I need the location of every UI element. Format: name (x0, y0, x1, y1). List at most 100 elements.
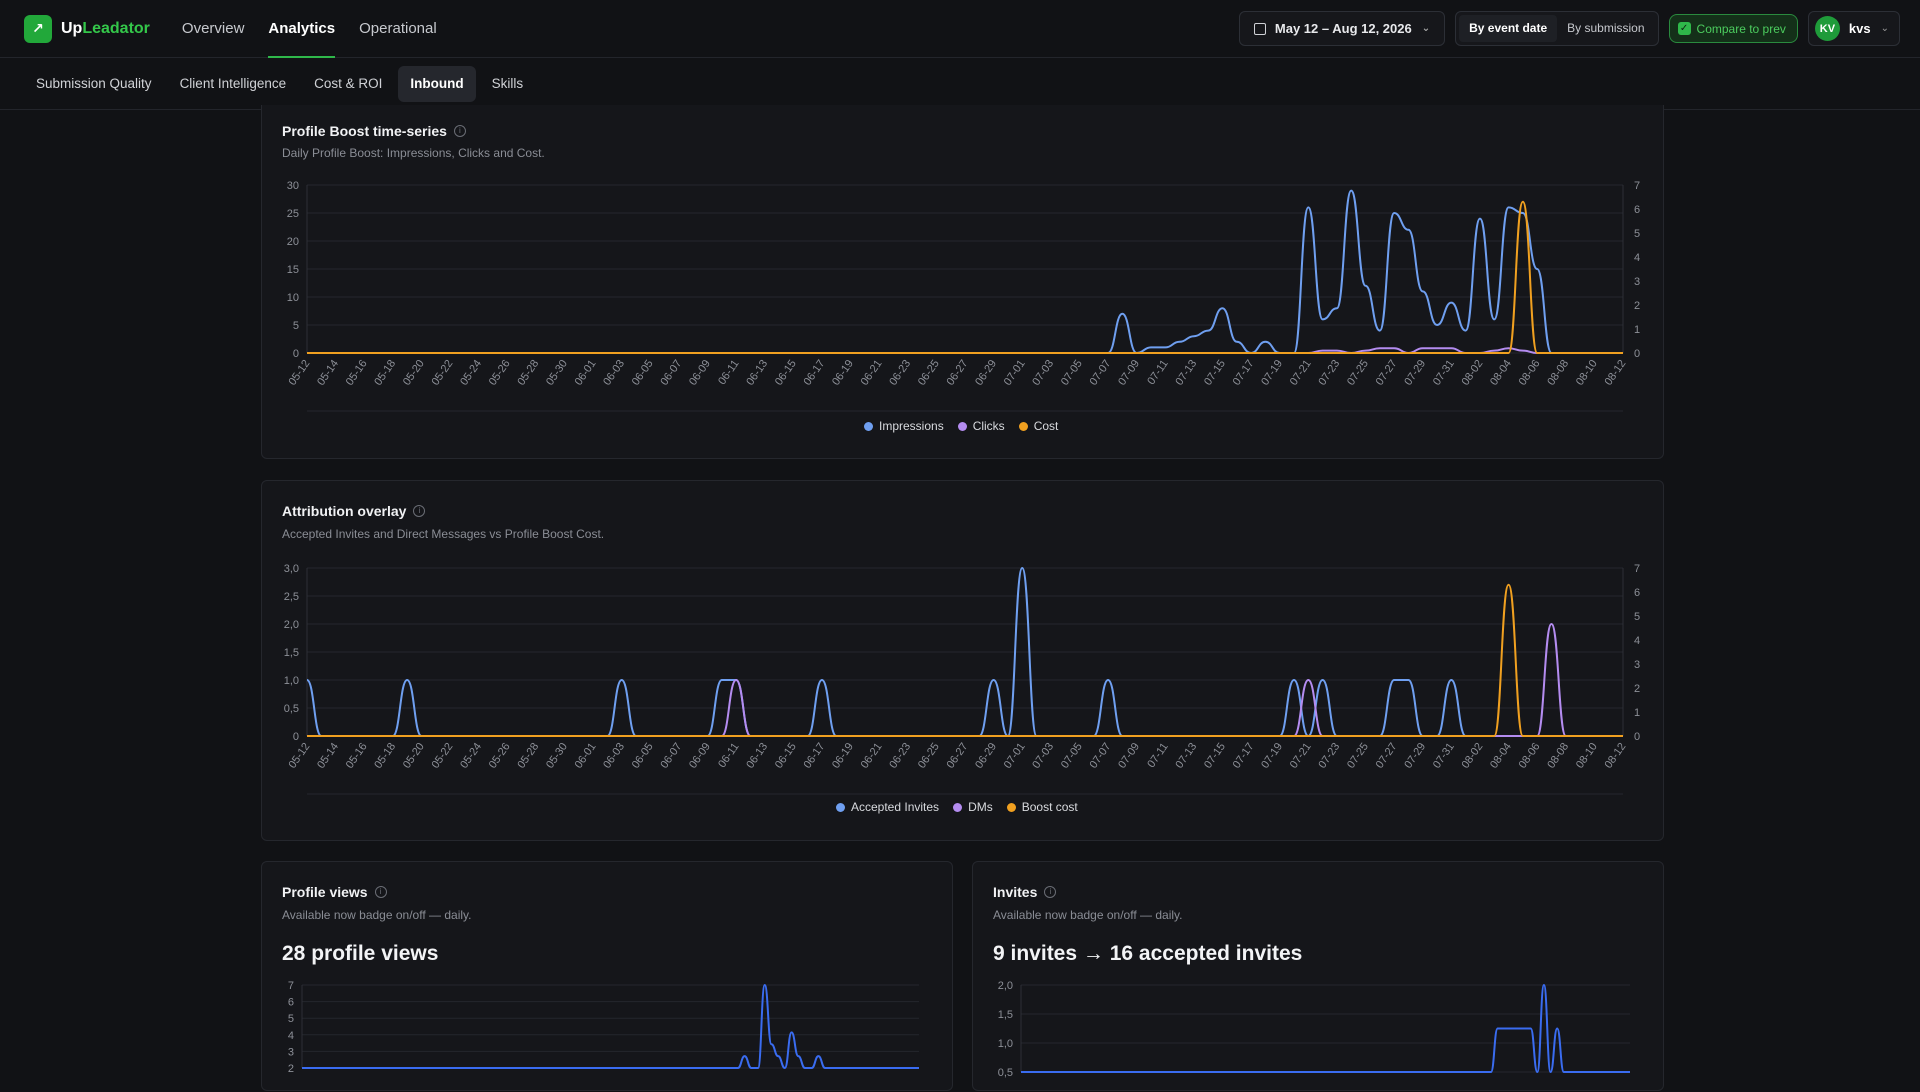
y2-tick-label: 0 (1634, 348, 1640, 360)
y-tick-label: 0 (293, 348, 299, 360)
y-tick-label: 0,5 (284, 703, 299, 715)
y2-tick-label: 5 (1634, 611, 1640, 623)
x-tick-label: 08-10 (1574, 358, 1600, 388)
y-tick-label: 25 (287, 208, 299, 220)
x-tick-label: 06-27 (944, 358, 970, 388)
x-tick-label: 06-07 (658, 358, 684, 388)
x-tick-label: 07-03 (1030, 741, 1056, 771)
x-tick-label: 07-21 (1288, 741, 1314, 771)
series-line-boost-cost (307, 583, 1623, 737)
profile-boost-chart: 0 5 10 15 20 25 30 0 1 2 3 4 5 6 7 05-12 05-14 05-16 05-18… (286, 180, 1640, 412)
x-tick-label: 07-27 (1374, 741, 1400, 771)
nav-operational[interactable]: Operational (359, 0, 437, 58)
app-logo[interactable]: ↗ UpLeadator (24, 14, 150, 43)
y-tick-label: 15 (287, 264, 299, 276)
tab-client-intelligence[interactable]: Client Intelligence (168, 66, 299, 102)
tab-inbound[interactable]: Inbound (398, 65, 476, 102)
x-tick-label: 07-21 (1288, 358, 1314, 388)
x-tick-label: 06-21 (859, 741, 885, 771)
x-tick-label: 06-29 (973, 741, 999, 771)
y-tick-label: 0 (293, 731, 299, 743)
user-menu[interactable]: KV kvs ⌄ (1807, 11, 1900, 46)
logo-arrow-icon: ↗ (24, 14, 52, 43)
x-tick-label: 07-31 (1431, 741, 1457, 771)
y-tick-label: 10 (287, 292, 299, 304)
x-tick-label: 06-13 (744, 741, 770, 771)
y-tick-label: 2,5 (284, 591, 299, 603)
x-tick-label: 06-09 (687, 358, 713, 388)
x-tick-label: 07-01 (1002, 358, 1028, 388)
x-tick-label: 07-05 (1059, 358, 1085, 388)
chevron-down-icon: ⌄ (1421, 23, 1431, 34)
series-line-impressions (307, 189, 1623, 355)
tab-cost-roi[interactable]: Cost & ROI (302, 66, 394, 102)
nav-analytics[interactable]: Analytics (268, 0, 335, 58)
y-tick-label: 20 (287, 236, 299, 248)
date-range-label: May 12 – Aug 12, 2026 (1274, 21, 1412, 36)
x-tick-label: 06-29 (973, 358, 999, 388)
y2-tick-label: 3 (1634, 659, 1640, 671)
mode-event-date[interactable]: By event date (1459, 15, 1558, 42)
x-tick-label: 07-15 (1202, 741, 1228, 771)
x-tick-label: 06-19 (830, 741, 856, 771)
y2-tick-label: 6 (1634, 587, 1640, 599)
x-tick-label: 05-28 (515, 741, 541, 771)
x-tick-label: 05-20 (401, 358, 427, 388)
legend-impressions[interactable]: Impressions (864, 419, 944, 433)
chart-legend: Accepted Invites DMs Boost cost (836, 800, 1078, 814)
tab-submission-quality[interactable]: Submission Quality (24, 66, 164, 102)
x-tick-label: 08-02 (1459, 358, 1485, 388)
profile-views-card: Profile views i Available now badge on/of… (261, 861, 953, 1091)
legend-boost-cost[interactable]: Boost cost (1006, 800, 1078, 814)
checkbox-icon: ✓ (1677, 22, 1691, 35)
x-tick-label: 08-04 (1488, 358, 1514, 388)
x-tick-label: 08-12 (1602, 741, 1628, 771)
y2-tick-label: 5 (1634, 228, 1640, 240)
y-tick-label: 3,0 (284, 563, 299, 575)
calendar-icon (1253, 22, 1266, 35)
date-range-picker[interactable]: May 12 – Aug 12, 2026 ⌄ (1238, 11, 1446, 46)
x-tick-label: 05-22 (430, 741, 456, 771)
x-tick-label: 06-13 (744, 358, 770, 388)
y-tick-label: 30 (287, 180, 299, 192)
main-nav: Overview Analytics Operational (182, 0, 461, 58)
x-tick-label: 06-15 (773, 358, 799, 388)
chart-legend: Impressions Clicks Cost (864, 419, 1058, 433)
y-tick-label: 2,0 (998, 980, 1013, 992)
legend-accepted-invites[interactable]: Accepted Invites (836, 800, 939, 814)
x-tick-label: 07-19 (1259, 741, 1285, 771)
x-tick-label: 05-24 (458, 741, 484, 771)
x-tick-label: 08-06 (1517, 358, 1543, 388)
x-tick-label: 06-07 (658, 741, 684, 771)
y2-tick-label: 4 (1634, 252, 1640, 264)
y-tick-label: 2 (288, 1063, 294, 1075)
x-tick-label: 07-27 (1374, 358, 1400, 388)
x-tick-label: 07-17 (1231, 741, 1257, 771)
y2-tick-label: 1 (1634, 324, 1640, 336)
invites-card: Invites i Available now badge on/off — da… (972, 861, 1664, 1091)
legend-dms[interactable]: DMs (953, 800, 993, 814)
y-tick-label: 1,0 (998, 1038, 1013, 1050)
x-tick-label: 08-10 (1574, 741, 1600, 771)
x-tick-label: 05-12 (286, 358, 312, 388)
mode-submission[interactable]: By submission (1557, 15, 1654, 42)
x-tick-label: 06-17 (801, 741, 827, 771)
y2-tick-label: 6 (1634, 204, 1640, 216)
logo-text: UpLeadator (61, 19, 150, 37)
x-tick-label: 08-02 (1459, 741, 1485, 771)
legend-clicks[interactable]: Clicks (957, 419, 1005, 433)
compare-toggle[interactable]: ✓ Compare to prev (1668, 14, 1798, 43)
nav-overview[interactable]: Overview (182, 0, 245, 58)
tab-skills[interactable]: Skills (480, 66, 536, 102)
x-tick-label: 05-24 (458, 358, 484, 388)
attribution-card: Attribution overlay i Accepted Invites an… (261, 480, 1664, 841)
x-tick-label: 08-08 (1545, 741, 1571, 771)
x-tick-label: 08-08 (1545, 358, 1571, 388)
x-tick-label: 06-03 (601, 358, 627, 388)
invites-chart: 0,5 1,0 1,5 2,0 (998, 980, 1630, 1079)
user-name: kvs (1848, 21, 1871, 36)
x-tick-label: 07-11 (1145, 741, 1171, 770)
x-tick-label: 06-17 (801, 358, 827, 388)
legend-cost[interactable]: Cost (1018, 419, 1058, 433)
x-tick-label: 07-11 (1145, 358, 1171, 387)
